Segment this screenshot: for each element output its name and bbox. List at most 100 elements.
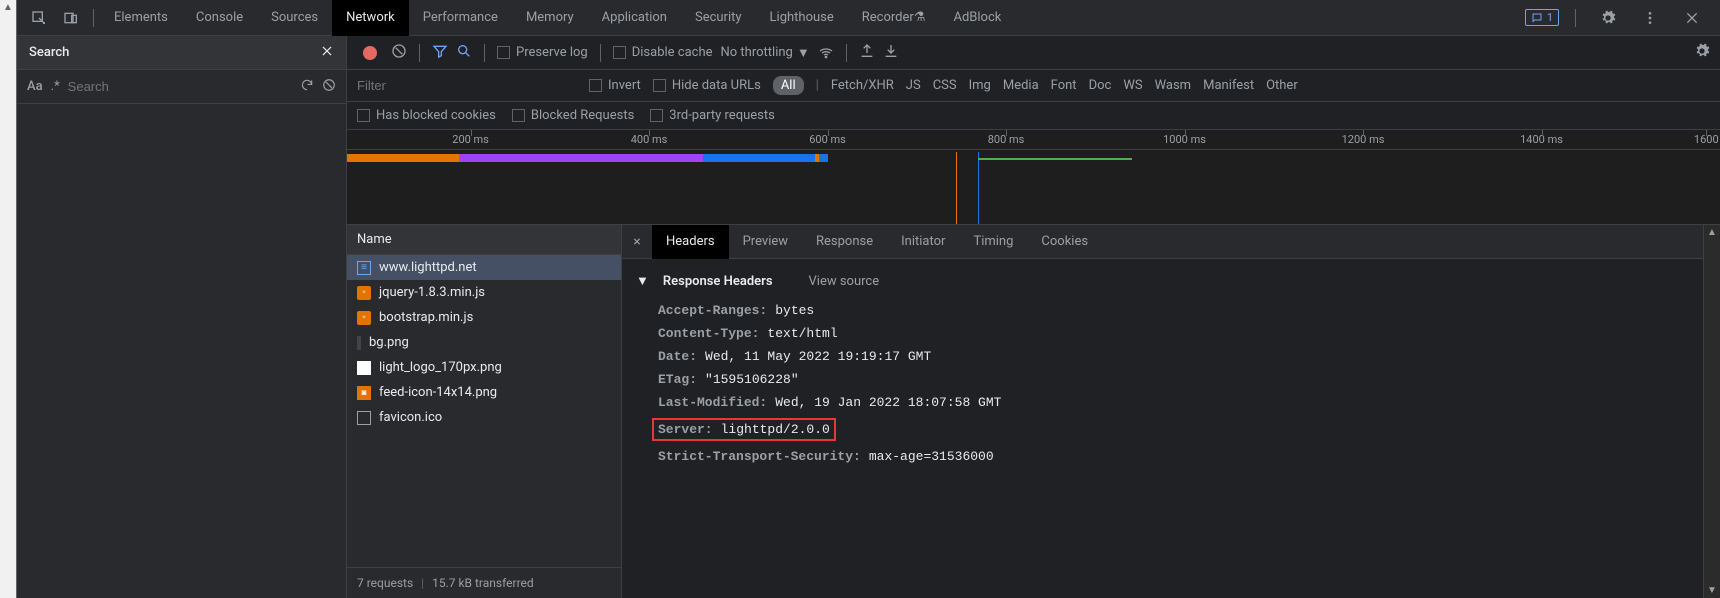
filter-type-media[interactable]: Media (1003, 78, 1039, 93)
header-row: ETag:"1595106228" (658, 368, 1703, 391)
invert-checkbox[interactable]: Invert (589, 78, 641, 93)
disable-cache-checkbox[interactable]: Disable cache (613, 45, 713, 60)
close-detail-icon[interactable]: × (622, 234, 652, 250)
header-value: max-age=31536000 (869, 449, 994, 464)
search-icon[interactable] (456, 43, 472, 63)
filter-type-doc[interactable]: Doc (1089, 78, 1112, 93)
blocked-requests-checkbox[interactable]: Blocked Requests (512, 108, 634, 123)
header-value: Wed, 19 Jan 2022 18:07:58 GMT (775, 395, 1001, 410)
tab-sources[interactable]: Sources (257, 0, 332, 36)
regex-toggle[interactable]: .* (51, 79, 60, 94)
waterfall-bar (703, 154, 815, 162)
devtools-tab-bar: ElementsConsoleSourcesNetworkPerformance… (17, 0, 1720, 36)
header-name: Last-Modified: (658, 395, 767, 410)
request-row[interactable]: ≡www.lighttpd.net (347, 255, 621, 280)
image-icon (357, 361, 371, 375)
match-case-toggle[interactable]: Aa (27, 79, 43, 94)
divider (93, 9, 94, 27)
message-count: 1 (1547, 11, 1553, 24)
filter-type-js[interactable]: JS (906, 78, 921, 93)
header-name: Date: (658, 349, 697, 364)
header-row: Last-Modified: Wed, 19 Jan 2022 18:07:58 … (658, 391, 1703, 414)
detail-tab-preview[interactable]: Preview (729, 225, 802, 259)
hide-data-urls-checkbox[interactable]: Hide data URLs (653, 78, 761, 93)
tab-elements[interactable]: Elements (100, 0, 182, 36)
favicon-icon (357, 411, 371, 425)
header-name: ETag: (658, 372, 697, 387)
tab-console[interactable]: Console (182, 0, 257, 36)
tab-application[interactable]: Application (588, 0, 681, 36)
request-name: bootstrap.min.js (379, 310, 473, 325)
list-header-name[interactable]: Name (347, 225, 621, 255)
tab-memory[interactable]: Memory (512, 0, 588, 36)
filter-type-img[interactable]: Img (969, 78, 991, 93)
network-settings-icon[interactable] (1694, 43, 1710, 63)
settings-icon[interactable] (1596, 6, 1620, 30)
scrollbar-down-icon[interactable]: ▼ (1707, 583, 1717, 598)
refresh-search-icon[interactable] (300, 78, 314, 96)
preserve-log-checkbox[interactable]: Preserve log (497, 45, 588, 60)
filter-type-wasm[interactable]: Wasm (1155, 78, 1192, 93)
request-row[interactable]: ◦bootstrap.min.js (347, 305, 621, 330)
filter-input[interactable] (357, 78, 577, 93)
detail-tab-timing[interactable]: Timing (959, 225, 1027, 259)
detail-tab-initiator[interactable]: Initiator (887, 225, 959, 259)
scrollbar-up-icon[interactable]: ▲ (3, 0, 13, 15)
record-button[interactable] (363, 46, 377, 60)
detail-tab-response[interactable]: Response (802, 225, 887, 259)
request-row[interactable]: ◙feed-icon-14x14.png (347, 380, 621, 405)
clear-search-icon[interactable] (322, 78, 336, 96)
tab-network[interactable]: Network (332, 0, 409, 36)
network-conditions-icon[interactable] (818, 43, 834, 63)
filter-type-fetchxhr[interactable]: Fetch/XHR (831, 78, 894, 93)
chevron-down-icon: ▼ (797, 45, 810, 61)
throttling-dropdown[interactable]: No throttling ▼ (721, 45, 810, 61)
close-search-icon[interactable] (320, 44, 334, 62)
filter-type-all[interactable]: All (773, 76, 804, 95)
document-icon: ≡ (357, 261, 371, 275)
device-toggle-icon[interactable] (59, 6, 83, 30)
tab-recorder[interactable]: Recorder ⚗ (848, 0, 940, 36)
request-row[interactable]: ◦jquery-1.8.3.min.js (347, 280, 621, 305)
detail-tab-cookies[interactable]: Cookies (1027, 225, 1102, 259)
filter-type-manifest[interactable]: Manifest (1203, 78, 1254, 93)
close-devtools-icon[interactable] (1680, 6, 1704, 30)
scrollbar-up-icon[interactable]: ▲ (1707, 225, 1717, 240)
timeline-marker (956, 152, 957, 224)
tab-lighthouse[interactable]: Lighthouse (756, 0, 848, 36)
clear-icon[interactable] (391, 43, 407, 63)
search-input[interactable] (68, 79, 292, 94)
waterfall-bar (459, 154, 704, 162)
divider (484, 44, 485, 62)
divider (846, 44, 847, 62)
list-footer: 7 requests | 15.7 kB transferred (347, 567, 621, 598)
inspect-icon[interactable] (27, 6, 51, 30)
request-row[interactable]: bg.png (347, 330, 621, 355)
divider (1575, 9, 1576, 27)
rss-icon: ◙ (357, 386, 371, 400)
view-source-link[interactable]: View source (809, 274, 880, 289)
download-har-icon[interactable] (883, 43, 899, 63)
header-row: Accept-Ranges:bytes (658, 299, 1703, 322)
third-party-checkbox[interactable]: 3rd-party requests (650, 108, 775, 123)
filter-type-ws[interactable]: WS (1123, 78, 1142, 93)
filter-type-css[interactable]: CSS (933, 78, 957, 93)
header-value: lighttpd/2.0.0 (721, 422, 830, 437)
detail-tab-headers[interactable]: Headers (652, 225, 729, 259)
filter-type-font[interactable]: Font (1051, 78, 1077, 93)
search-panel-title: Search (29, 45, 69, 60)
tab-adblock[interactable]: AdBlock (939, 0, 1015, 36)
upload-har-icon[interactable] (859, 43, 875, 63)
tab-security[interactable]: Security (681, 0, 756, 36)
more-icon[interactable] (1638, 6, 1662, 30)
request-row[interactable]: light_logo_170px.png (347, 355, 621, 380)
has-blocked-cookies-checkbox[interactable]: Has blocked cookies (357, 108, 496, 123)
tab-performance[interactable]: Performance (409, 0, 512, 36)
filter-type-other[interactable]: Other (1266, 78, 1298, 93)
request-row[interactable]: favicon.ico (347, 405, 621, 430)
filter-icon[interactable] (432, 43, 448, 63)
collapse-toggle-icon[interactable]: ▼ (636, 273, 649, 289)
messages-badge[interactable]: 1 (1525, 9, 1559, 26)
divider (600, 44, 601, 62)
network-timeline[interactable]: 200 ms400 ms600 ms800 ms1000 ms1200 ms14… (347, 130, 1720, 225)
